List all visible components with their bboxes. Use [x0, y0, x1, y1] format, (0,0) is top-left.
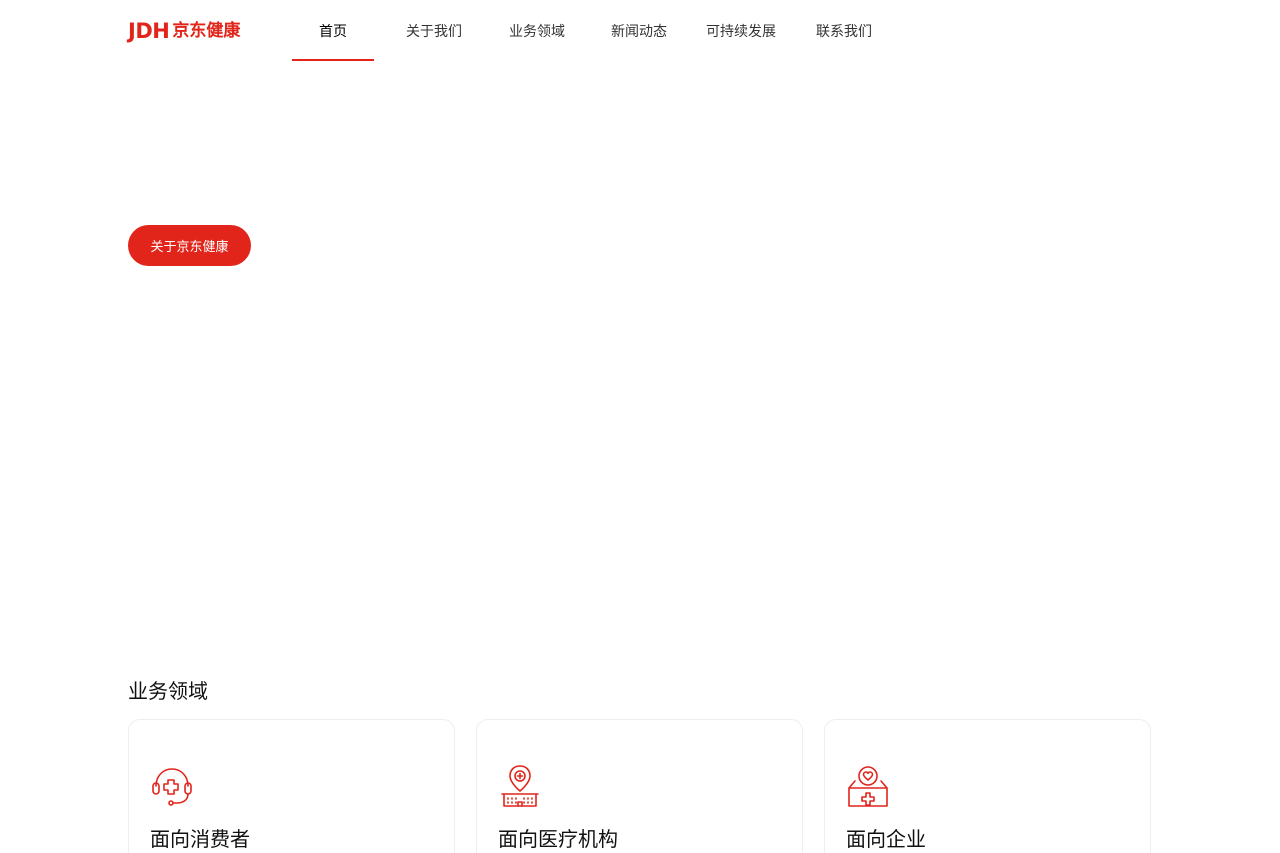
header: JDH 京东健康 首页 关于我们 业务领域 新闻动态 可持续发展 联系我们: [0, 0, 1280, 61]
card-consumers[interactable]: 面向消费者: [128, 719, 455, 853]
headset-medical-icon: [152, 768, 192, 806]
nav-sustainability[interactable]: 可持续发展: [698, 0, 784, 61]
card-enterprises[interactable]: 面向企业: [824, 719, 1151, 853]
hospital-location-icon: [501, 765, 539, 807]
business-section-title: 业务领域: [128, 679, 208, 703]
nav-home[interactable]: 首页: [292, 0, 374, 61]
card-medical-institutions-title: 面向医疗机构: [498, 827, 618, 851]
page: JDH 京东健康 首页 关于我们 业务领域 新闻动态 可持续发展 联系我们 关于…: [0, 0, 1280, 853]
logo-mark: JDH: [128, 18, 170, 43]
logo[interactable]: JDH 京东健康: [128, 18, 240, 44]
card-enterprises-title: 面向企业: [846, 827, 926, 851]
nav-news[interactable]: 新闻动态: [580, 0, 698, 61]
about-jdh-button[interactable]: 关于京东健康: [128, 225, 251, 266]
logo-text: 京东健康: [172, 20, 241, 41]
business-cards: 面向消费者 面向医疗机构 面向企业: [128, 719, 1151, 853]
heart-box-icon: [848, 766, 888, 807]
card-consumers-title: 面向消费者: [150, 827, 250, 851]
main-nav: 首页 关于我们 业务领域 新闻动态 可持续发展 联系我们: [292, 0, 904, 61]
nav-contact[interactable]: 联系我们: [784, 0, 904, 61]
card-medical-institutions[interactable]: 面向医疗机构: [476, 719, 803, 853]
nav-business[interactable]: 业务领域: [494, 0, 580, 61]
nav-about[interactable]: 关于我们: [374, 0, 494, 61]
